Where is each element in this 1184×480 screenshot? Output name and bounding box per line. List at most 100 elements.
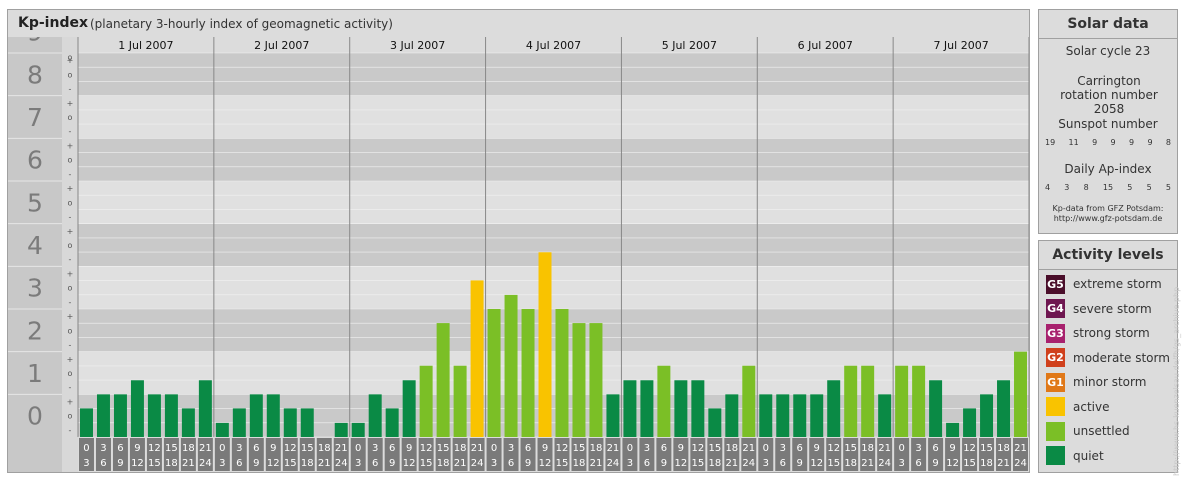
hour-end-label: 12 [539, 458, 552, 469]
hour-end-label: 15 [963, 458, 976, 469]
ap-value: 8 [1083, 183, 1089, 192]
hour-start-label: 3 [372, 443, 378, 454]
hour-start-label: 6 [525, 443, 531, 454]
hour-end-label: 18 [573, 458, 586, 469]
activity-level-row: G3 strong storm [1046, 323, 1150, 343]
y-tick-label: 3 [27, 274, 43, 303]
kp-bar-chart: 0123456789-o+-o+-o+-o+-o+-o+-o+-o+-o+o1 … [8, 37, 1029, 472]
activity-levels-panel: Activity levels G5 extreme storm G4 severe … [1038, 240, 1178, 473]
hour-end-label: 3 [219, 458, 225, 469]
hour-end-label: 18 [708, 458, 721, 469]
hour-start-label: 6 [932, 443, 938, 454]
source-line-1: Kp-data from GFZ Potsdam: [1052, 204, 1164, 213]
hour-end-label: 9 [661, 458, 667, 469]
kp-bar [861, 365, 875, 437]
hour-start-label: 18 [182, 443, 195, 454]
hour-start-label: 12 [420, 443, 433, 454]
hour-start-label: 6 [797, 443, 803, 454]
activity-level-row: G1 minor storm [1046, 372, 1146, 392]
hour-start-label: 3 [100, 443, 106, 454]
credit-url: http://www.hs-kuenzelsau.de/fh/gs_archiv… [1172, 286, 1181, 476]
hour-start-label: 21 [742, 443, 755, 454]
sub-tick-label: o [68, 198, 73, 207]
sunspot-value: 19 [1045, 138, 1056, 147]
hour-start-label: 9 [406, 443, 412, 454]
y-tick-label: 6 [27, 146, 43, 175]
hour-end-label: 15 [148, 458, 161, 469]
sub-tick-label: - [69, 85, 72, 94]
sunspot-value: 9 [1092, 138, 1098, 147]
hour-start-label: 0 [763, 443, 769, 454]
hour-start-label: 21 [471, 443, 484, 454]
kp-band-6 [78, 138, 1029, 181]
ap-value: 3 [1064, 183, 1070, 192]
hour-end-label: 18 [301, 458, 314, 469]
hour-start-label: 12 [827, 443, 840, 454]
activity-level-swatch: G4 [1046, 299, 1065, 318]
hour-start-label: 9 [814, 443, 820, 454]
hour-start-label: 15 [708, 443, 721, 454]
hour-start-label: 3 [780, 443, 786, 454]
activity-level-row: G4 severe storm [1046, 299, 1152, 319]
hour-start-label: 6 [253, 443, 259, 454]
kp-bar [385, 408, 399, 437]
kp-bar [963, 408, 977, 437]
hour-end-label: 3 [355, 458, 361, 469]
activity-level-row: G2 moderate storm [1046, 348, 1170, 368]
hour-end-label: 24 [607, 458, 620, 469]
sub-tick-label: + [67, 397, 74, 406]
y-tick-label: 9 [27, 37, 43, 47]
hour-start-label: 6 [389, 443, 395, 454]
hour-start-label: 12 [556, 443, 569, 454]
hour-start-label: 21 [335, 443, 348, 454]
sunspot-value: 9 [1129, 138, 1135, 147]
kp-bar [283, 408, 297, 437]
ap-values: 4 3 8 15 5 5 5 [1045, 183, 1171, 192]
kp-bar [402, 380, 416, 437]
hour-end-label: 24 [335, 458, 348, 469]
hour-start-label: 15 [301, 443, 314, 454]
sunspot-value: 8 [1165, 138, 1171, 147]
sub-tick-label: + [67, 269, 74, 278]
activity-level-swatch: G3 [1046, 323, 1065, 343]
kp-bar [606, 394, 620, 437]
hour-start-label: 18 [861, 443, 874, 454]
kp-bar [708, 408, 722, 437]
sub-tick-label: + [67, 227, 74, 236]
kp-bar [929, 380, 943, 437]
activity-levels-title: Activity levels [1039, 241, 1177, 270]
hour-end-label: 18 [165, 458, 178, 469]
hour-start-label: 6 [117, 443, 123, 454]
kp-bar [946, 422, 960, 437]
sub-tick-label: o [68, 113, 73, 122]
kp-bar [844, 365, 858, 437]
kp-bar [113, 394, 127, 437]
sub-tick-label: + [67, 312, 74, 321]
kp-bar [878, 394, 892, 437]
hour-end-label: 9 [389, 458, 395, 469]
kp-band-1 [78, 351, 1029, 395]
sub-tick-label: o [68, 156, 73, 165]
activity-level-label: moderate storm [1073, 350, 1170, 365]
kp-bar [80, 408, 93, 437]
hour-start-label: 15 [573, 443, 586, 454]
carrington-rotation: Carrington rotation number 2058 [1060, 74, 1158, 116]
kp-bar [96, 394, 110, 437]
hour-end-label: 9 [117, 458, 123, 469]
hour-start-label: 15 [980, 443, 993, 454]
solar-data-title: Solar data [1039, 10, 1177, 39]
kp-bar [997, 380, 1011, 437]
hour-start-label: 6 [661, 443, 667, 454]
hour-end-label: 12 [674, 458, 687, 469]
kp-bar [504, 294, 518, 437]
hour-end-label: 24 [471, 458, 484, 469]
activity-level-label: active [1073, 399, 1110, 414]
kp-bar [555, 309, 569, 437]
hour-start-label: 3 [236, 443, 242, 454]
kp-bar [759, 394, 773, 437]
hour-end-label: 3 [763, 458, 769, 469]
ap-value: 5 [1127, 183, 1133, 192]
kp-bar [980, 394, 994, 437]
sub-tick-label: o [68, 326, 73, 335]
sub-tick-label: + [67, 184, 74, 193]
